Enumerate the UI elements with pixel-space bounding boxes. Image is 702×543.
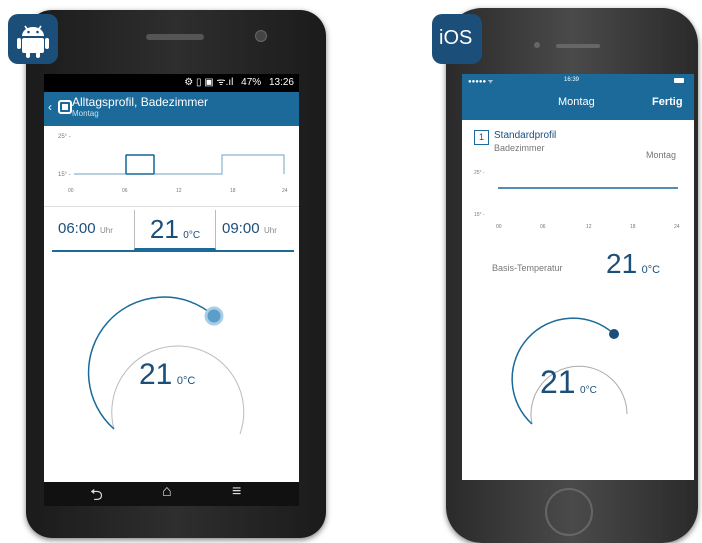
base-temp-unit: 0°C [641,264,661,276]
ios-dial-knob [609,329,619,339]
ios-badge-label: iOS [439,27,473,49]
status-icons: ⚙ ▯ ▣ ᯤ.ıl [184,77,234,88]
ios-x-tick-00: 00 [496,224,502,230]
status-time: 13:26 [268,77,294,88]
temp-value: 21 [149,214,179,244]
base-temp-row[interactable]: Basis-Temperatur 21 0°C [462,248,694,284]
ios-dial-value: 21 [540,364,576,400]
dial-readout: 21 0°C [139,358,195,392]
done-button[interactable]: Fertig [652,96,683,108]
ios-header-title: Montag [558,96,595,108]
android-robot-icon [17,25,49,58]
x-tick-24: 24 [282,188,288,194]
schedule-controls: 06:00 Uhr 21 0°C 09:00 Uhr [52,210,294,252]
temp-profile-line [74,154,285,175]
android-chart-svg [74,154,285,175]
battery-icon [674,78,684,83]
start-unit: Uhr [100,226,113,235]
dial-value: 21 [139,358,173,391]
x-tick-06: 06 [122,188,128,194]
page-title: Alltagsprofil, Badezimmer [72,95,209,109]
ios-signal: ●●●●● ᯤ [468,79,494,85]
end-time: 09:00 [222,220,260,237]
x-tick-18: 18 [230,188,236,194]
page-subtitle: Montag [72,109,99,118]
profile-number: 1 [474,130,489,145]
dial-unit: 0°C [176,375,196,387]
ios-nav-header: ●●●●● ᯤ 16:39 Montag Fertig [462,74,694,120]
start-time-button[interactable]: 06:00 Uhr [58,220,113,238]
divider [44,206,299,207]
ios-x-tick-24: 24 [674,224,680,230]
dial-knob [204,306,224,326]
menu-icon[interactable]: ≡ [232,483,241,501]
ios-home-button[interactable] [545,488,593,536]
profile-row[interactable]: 1 Standardprofil Badezimmer Montag [462,128,694,168]
android-status-bar: ⚙ ▯ ▣ ᯤ.ıl 47% 13:26 [44,74,299,92]
end-unit: Uhr [264,226,277,235]
ios-x-tick-06: 06 [540,224,546,230]
end-time-button[interactable]: 09:00 Uhr [222,220,277,238]
ios-dial-unit: 0°C [580,385,597,396]
ios-screen: ●●●●● ᯤ 16:39 Montag Fertig 1 Standardpr… [462,74,694,480]
android-schedule-chart[interactable]: 25° - 15° - 00 06 12 18 24 [44,126,299,206]
base-temp-value: 21 [606,248,638,279]
back-chevron-icon[interactable]: ‹ [48,100,52,114]
android-nav-bar: ⮌ ⌂ ≡ [44,482,299,506]
ios-x-tick-18: 18 [630,224,636,230]
android-camera [255,30,267,42]
ios-camera [534,42,540,48]
home-icon[interactable]: ⌂ [162,483,172,501]
app-icon [58,100,72,114]
temp-setting-button[interactable]: 21 0°C [134,210,216,250]
android-speaker [146,34,204,40]
start-time: 06:00 [58,220,96,237]
android-app-header: ‹ Alltagsprofil, Badezimmer Montag [44,92,299,126]
x-tick-12: 12 [176,188,182,194]
ios-status-time: 16:39 [564,77,580,83]
ios-schedule-chart[interactable]: 25° - 15° - 00 06 12 18 24 [462,168,694,234]
profile-day: Montag [646,150,677,160]
ios-dial-readout: 21 0°C [540,364,597,401]
temp-unit: 0°C [183,230,201,241]
ios-speaker [556,44,600,48]
back-arrow-icon[interactable]: ⮌ [90,484,103,506]
profile-name: Standardprofil [494,130,557,141]
base-temp-label: Basis-Temperatur [492,263,563,273]
android-badge [8,14,58,64]
profile-room: Badezimmer [494,143,545,153]
x-tick-00: 00 [68,188,74,194]
ios-badge: iOS [432,14,482,64]
ios-x-tick-12: 12 [586,224,592,230]
android-screen: ⚙ ▯ ▣ ᯤ.ıl 47% 13:26 ‹ Alltagsprofil, Ba… [44,74,299,506]
battery-level: 47% [241,77,262,88]
